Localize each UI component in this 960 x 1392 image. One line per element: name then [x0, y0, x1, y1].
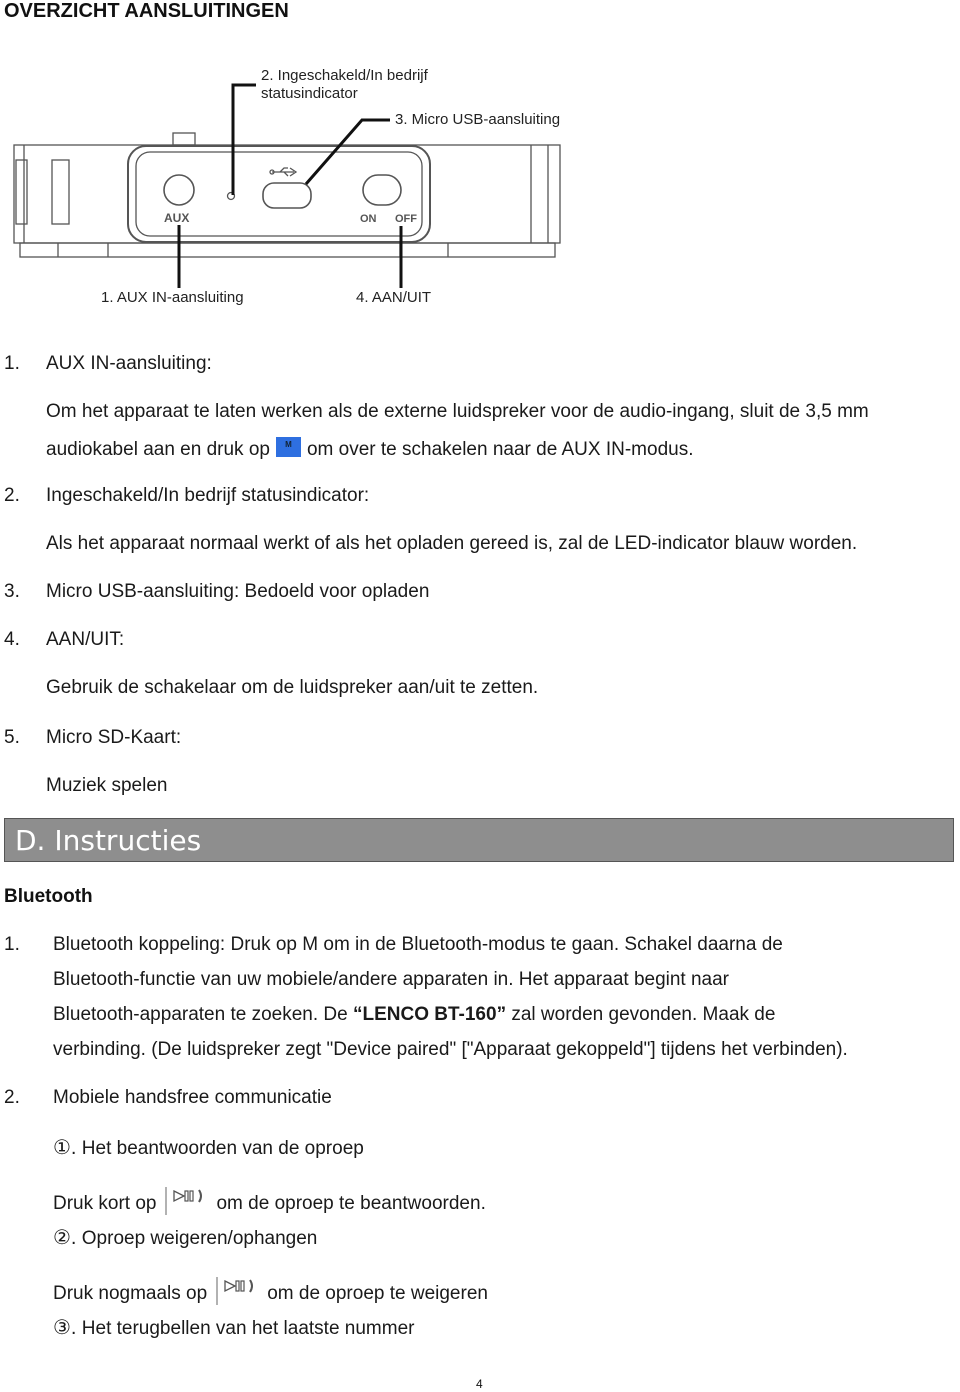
text-fragment: om de oproep te beantwoorden. [216, 1193, 486, 1214]
play-pause-call-icon [165, 1187, 203, 1215]
list-heading: AAN/UIT: [46, 629, 125, 650]
circled-number-3: ③. [53, 1317, 77, 1339]
bt-item-1-line3: Bluetooth-apparaten te zoeken. De “LENCO… [53, 1004, 775, 1026]
bt-item-1-line2: Bluetooth-functie van uw mobiele/andere … [53, 969, 730, 990]
list-heading: Micro USB-aansluiting: Bedoeld voor opla… [46, 581, 430, 602]
connection-4-heading: 4. AAN/UIT: [4, 629, 124, 651]
text-fragment: om de oproep te weigeren [267, 1283, 488, 1304]
list-number: 5. [4, 727, 20, 748]
text-fragment: zal worden gevonden. Maak de [506, 1004, 776, 1025]
subitem-1-title: ①. Het beantwoorden van de oproep [53, 1135, 364, 1160]
connection-3-heading: 3. Micro USB-aansluiting: Bedoeld voor o… [4, 581, 429, 603]
text-fragment: Druk nogmaals op [53, 1283, 208, 1304]
on-label: ON [360, 213, 377, 225]
connector-panel [127, 145, 431, 243]
list-number: 2. [4, 485, 20, 506]
power-switch [362, 174, 402, 206]
section-title: D. Instructies [15, 824, 202, 857]
bt-item-2-number: 2. [4, 1087, 20, 1108]
list-heading: Micro SD-Kaart: [46, 727, 182, 748]
text-fragment: Bluetooth-apparaten te zoeken. De [53, 1004, 353, 1025]
circled-number-1: ①. [53, 1137, 77, 1159]
circled-number-2: ②. [53, 1227, 77, 1249]
connection-4-text: Gebruik de schakelaar om de luidspreker … [46, 677, 539, 698]
device-body [13, 144, 561, 244]
callout-2: 2. Ingeschakeld/In bedrijf statusindicat… [261, 67, 428, 103]
section-heading-bar: D. Instructies [4, 818, 954, 862]
subitem-3-title: ③. Het terugbellen van het laatste numme… [53, 1315, 414, 1340]
subitem-title: Het terugbellen van het laatste nummer [81, 1318, 415, 1339]
list-heading: AUX IN-aansluiting: [46, 353, 212, 374]
list-number: 4. [4, 629, 20, 650]
connection-5-text: Muziek spelen [46, 775, 168, 796]
connection-1-heading: 1. AUX IN-aansluiting: [4, 353, 212, 375]
bt-item-1-line1: Bluetooth koppeling: Druk op M om in de … [53, 934, 783, 955]
text-fragment: Druk kort op [53, 1193, 157, 1214]
m-button-icon: M [275, 437, 301, 457]
connection-5-heading: 5. Micro SD-Kaart: [4, 727, 181, 749]
callout-3: 3. Micro USB-aansluiting [395, 111, 561, 128]
aux-jack [163, 174, 195, 206]
aux-label: AUX [164, 211, 189, 225]
text-fragment: om over te schakelen naar de AUX IN-modu… [306, 439, 694, 460]
callout-1: 1. AUX IN-aansluiting [101, 289, 244, 306]
page-number: 4 [476, 1377, 483, 1391]
play-pause-call-icon [216, 1277, 254, 1305]
micro-usb-port [262, 182, 312, 209]
connection-1-text-line2: audiokabel aan en druk op Mom over te sch… [46, 437, 694, 461]
page-title: OVERZICHT AANSLUITINGEN [4, 0, 289, 22]
subitem-2-title: ②. Oproep weigeren/ophangen [53, 1225, 317, 1250]
list-heading: Ingeschakeld/In bedrijf statusindicator: [46, 485, 370, 506]
text-fragment: audiokabel aan en druk op [46, 439, 270, 460]
connection-1-text-line1: Om het apparaat te laten werken als de e… [46, 401, 869, 422]
subitem-title: Het beantwoorden van de oproep [81, 1138, 364, 1159]
connection-2-heading: 2. Ingeschakeld/In bedrijf statusindicat… [4, 485, 369, 507]
m-button-label: M [285, 440, 292, 449]
list-number: 1. [4, 353, 20, 374]
list-number: 3. [4, 581, 20, 602]
usb-icon [272, 167, 298, 177]
off-label: OFF [395, 213, 417, 225]
subitem-1-instruction: Druk kort op om de oproep te beantwoorde… [53, 1185, 486, 1215]
subitem-2-instruction: Druk nogmaals op om de oproep te weigere… [53, 1275, 488, 1305]
device-name: “LENCO BT-160” [352, 1004, 507, 1025]
bt-item-1-number: 1. [4, 934, 20, 955]
bluetooth-subheading: Bluetooth [4, 886, 93, 907]
bt-item-2-heading: Mobiele handsfree communicatie [53, 1087, 332, 1108]
subitem-title: Oproep weigeren/ophangen [81, 1228, 318, 1249]
callout-2-line1: 2. Ingeschakeld/In bedrijf [261, 67, 428, 84]
callout-4: 4. AAN/UIT [356, 289, 432, 306]
bt-item-1-line4: verbinding. (De luidspreker zegt "Device… [53, 1039, 848, 1060]
callout-2-line2: statusindicator [261, 85, 358, 102]
leader-line-2 [231, 83, 256, 195]
connection-2-text: Als het apparaat normaal werkt of als he… [46, 533, 858, 554]
